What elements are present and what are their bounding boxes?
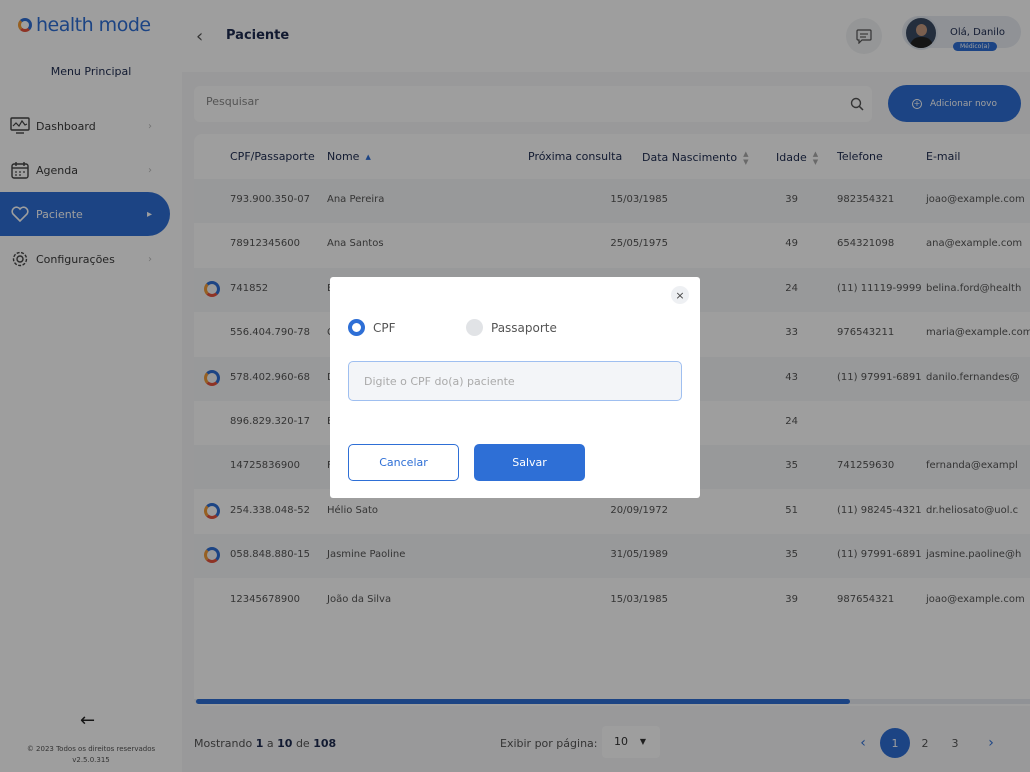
- radio-passport[interactable]: Passaporte: [466, 319, 557, 336]
- cpf-input[interactable]: [348, 361, 682, 401]
- radio-indicator: [466, 319, 483, 336]
- radio-cpf[interactable]: CPF: [348, 319, 396, 336]
- close-icon: ×: [675, 288, 685, 302]
- cancel-button[interactable]: Cancelar: [348, 444, 459, 481]
- radio-passport-label: Passaporte: [491, 320, 557, 335]
- document-type-dialog: × CPF Passaporte Cancelar Salvar: [330, 277, 700, 498]
- radio-cpf-label: CPF: [373, 320, 396, 335]
- radio-indicator-selected: [348, 319, 365, 336]
- save-button[interactable]: Salvar: [474, 444, 585, 481]
- close-button[interactable]: ×: [671, 286, 689, 304]
